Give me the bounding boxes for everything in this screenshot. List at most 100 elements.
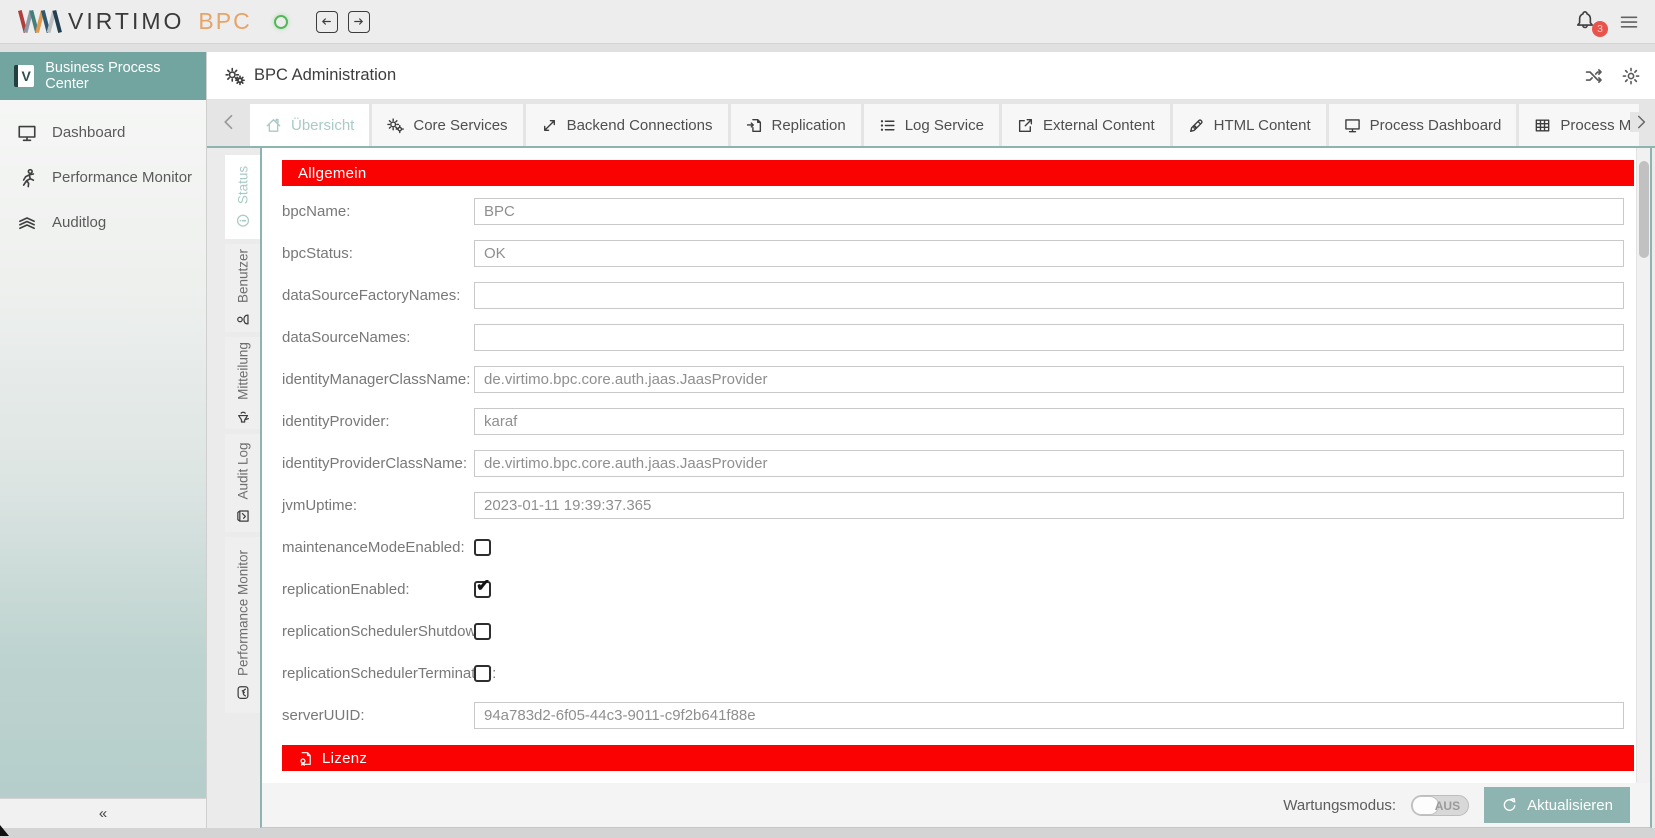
tabs-scroll-left-icon[interactable] xyxy=(219,112,239,132)
maintenance-mode-toggle[interactable]: AUS xyxy=(1411,794,1470,816)
field-label-identityProviderClassName: identityProviderClassName: xyxy=(282,454,468,472)
tab-log-service[interactable]: Log Service xyxy=(863,104,999,146)
section-header-lizenz: Lizenz xyxy=(282,745,1634,771)
form-row: maintenanceModeEnabled: xyxy=(282,526,1636,568)
panel-content: Allgemein bpcName: bpcStatus: xyxy=(262,148,1636,783)
arrow-right-icon xyxy=(354,18,364,25)
collapse-chevrons-icon: « xyxy=(98,805,108,822)
checkbox-replicationSchedulerTerminated[interactable] xyxy=(474,664,491,682)
tab-process-dashboard[interactable]: Process Dashboard xyxy=(1328,104,1517,146)
workspace: Status Benutzer Mitteilung Audit Log Per… xyxy=(207,148,1655,828)
pen-nib-icon xyxy=(1189,118,1203,132)
tab-process-monitoring[interactable]: Process Monitoring xyxy=(1519,104,1639,146)
checkbox-maintenanceModeEnabled[interactable] xyxy=(474,538,491,556)
tab-backend-connections[interactable]: Backend Connections xyxy=(525,104,728,146)
info-icon xyxy=(236,214,250,227)
history-forward-button[interactable] xyxy=(347,10,370,33)
gears-icon xyxy=(225,67,245,85)
megaphone-icon xyxy=(238,411,249,423)
field-label-serverUUID: serverUUID: xyxy=(282,706,365,724)
arrow-left-icon xyxy=(322,18,332,25)
sidebar-item-auditlog[interactable]: Auditlog xyxy=(0,200,206,245)
window-bottom-edge xyxy=(0,828,1655,838)
checkbox-replicationSchedulerShutdown[interactable] xyxy=(474,622,491,640)
form-row: identityProvider: xyxy=(282,400,1636,442)
tab-html-content[interactable]: HTML Content xyxy=(1172,104,1326,146)
panel-footer: Wartungsmodus: AUS Aktualisieren xyxy=(262,783,1650,827)
virtimo-logo-icon xyxy=(17,9,62,34)
form-row: identityProviderClassName: xyxy=(282,442,1636,484)
vtab-benutzer[interactable]: Benutzer xyxy=(225,244,261,332)
license-certificate-icon xyxy=(300,751,311,766)
form-row: jvmUptime: xyxy=(282,484,1636,526)
notification-count-badge: 3 xyxy=(1592,20,1608,37)
field-label-replicationSchedulerShutdown: replicationSchedulerShutdown: xyxy=(282,622,489,640)
main-menu-button[interactable] xyxy=(1619,12,1639,32)
app-area: V Business Process Center Dashboard Perf… xyxy=(0,44,1655,838)
bpc-logo-icon: V xyxy=(14,65,35,87)
refresh-icon xyxy=(1503,797,1516,811)
tab-core-services[interactable]: Core Services xyxy=(372,104,523,146)
mouse-cursor xyxy=(0,825,9,836)
field-label-dataSourceFactoryNames: dataSourceFactoryNames: xyxy=(282,286,461,304)
form-row: replicationSchedulerShutdown: xyxy=(282,610,1636,652)
notifications-button[interactable]: 3 xyxy=(1575,10,1608,37)
field-label-dataSourceNames: dataSourceNames: xyxy=(282,328,411,346)
status-panel: Allgemein bpcName: bpcStatus: xyxy=(260,148,1652,828)
field-input-bpcStatus[interactable] xyxy=(474,239,1624,267)
form-row: replicationSchedulerTerminated: xyxy=(282,652,1636,694)
main-area: BPC Administration Übersicht Core Servic… xyxy=(207,52,1655,828)
tab-uebersicht[interactable]: Übersicht xyxy=(250,104,370,146)
vtab-mitteilung[interactable]: Mitteilung xyxy=(225,337,261,429)
field-input-identityProvider[interactable] xyxy=(474,407,1624,435)
form-row: dataSourceNames: xyxy=(282,316,1636,358)
sidebar-collapse-button[interactable]: « xyxy=(0,798,206,828)
field-input-dataSourceFactoryNames[interactable] xyxy=(474,281,1624,309)
field-input-dataSourceNames[interactable] xyxy=(474,323,1624,351)
brand-name: VIRTIMO xyxy=(68,8,185,34)
history-back-button[interactable] xyxy=(315,10,338,33)
gauge-icon xyxy=(237,686,249,699)
tab-bar: Übersicht Core Services Backend Connecti… xyxy=(207,100,1655,146)
scrollbar-thumb[interactable] xyxy=(1638,161,1649,258)
connection-status-icon xyxy=(273,14,288,29)
runner-icon xyxy=(22,168,35,187)
checkbox-replicationEnabled[interactable] xyxy=(474,576,491,598)
field-label-identityManagerClassName: identityManagerClassName: xyxy=(282,370,471,388)
field-label-replicationEnabled: replicationEnabled: xyxy=(282,580,410,598)
field-input-identityManagerClassName[interactable] xyxy=(474,365,1624,393)
product-name: BPC xyxy=(198,8,252,34)
sidebar-item-label: Auditlog xyxy=(52,214,107,231)
sidebar-header: V Business Process Center xyxy=(0,52,206,100)
sidebar-item-label: Dashboard xyxy=(52,124,126,141)
sidebar-item-dashboard[interactable]: Dashboard xyxy=(0,110,206,155)
tabs-scroll-right-icon[interactable] xyxy=(1630,112,1650,132)
monitor-icon xyxy=(1344,118,1360,132)
refresh-button[interactable]: Aktualisieren xyxy=(1484,787,1630,823)
layers-icon xyxy=(19,216,35,229)
vtab-status[interactable]: Status xyxy=(225,155,261,239)
field-input-jvmUptime[interactable] xyxy=(474,491,1624,519)
form-row: identityManagerClassName: xyxy=(282,358,1636,400)
shuffle-icon[interactable] xyxy=(1584,66,1604,86)
form-row: bpcName: xyxy=(282,190,1636,232)
toggle-state-label: AUS xyxy=(1434,798,1461,813)
page-title: BPC Administration xyxy=(254,66,397,84)
top-bar: VIRTIMO BPC 3 xyxy=(0,0,1655,44)
maintenance-mode-label: Wartungsmodus: xyxy=(1283,796,1397,814)
sidebar-item-label: Performance Monitor xyxy=(52,169,193,186)
tab-replication[interactable]: Replication xyxy=(730,104,861,146)
document-import-icon xyxy=(746,118,761,132)
vtab-audit-log[interactable]: Audit Log xyxy=(225,434,261,532)
sidebar-item-performance-monitor[interactable]: Performance Monitor xyxy=(0,155,206,200)
field-input-bpcName[interactable] xyxy=(474,197,1624,225)
vertical-tab-strip: Status Benutzer Mitteilung Audit Log Per… xyxy=(225,155,261,713)
field-label-identityProvider: identityProvider: xyxy=(282,412,390,430)
field-input-serverUUID[interactable] xyxy=(474,701,1624,729)
tab-external-content[interactable]: External Content xyxy=(1001,104,1170,146)
settings-gear-icon[interactable] xyxy=(1621,66,1641,86)
form-row: dataSourceFactoryNames: xyxy=(282,274,1636,316)
field-input-identityProviderClassName[interactable] xyxy=(474,449,1624,477)
vtab-performance-monitor[interactable]: Performance Monitor xyxy=(225,537,261,713)
gears-icon xyxy=(387,117,405,133)
